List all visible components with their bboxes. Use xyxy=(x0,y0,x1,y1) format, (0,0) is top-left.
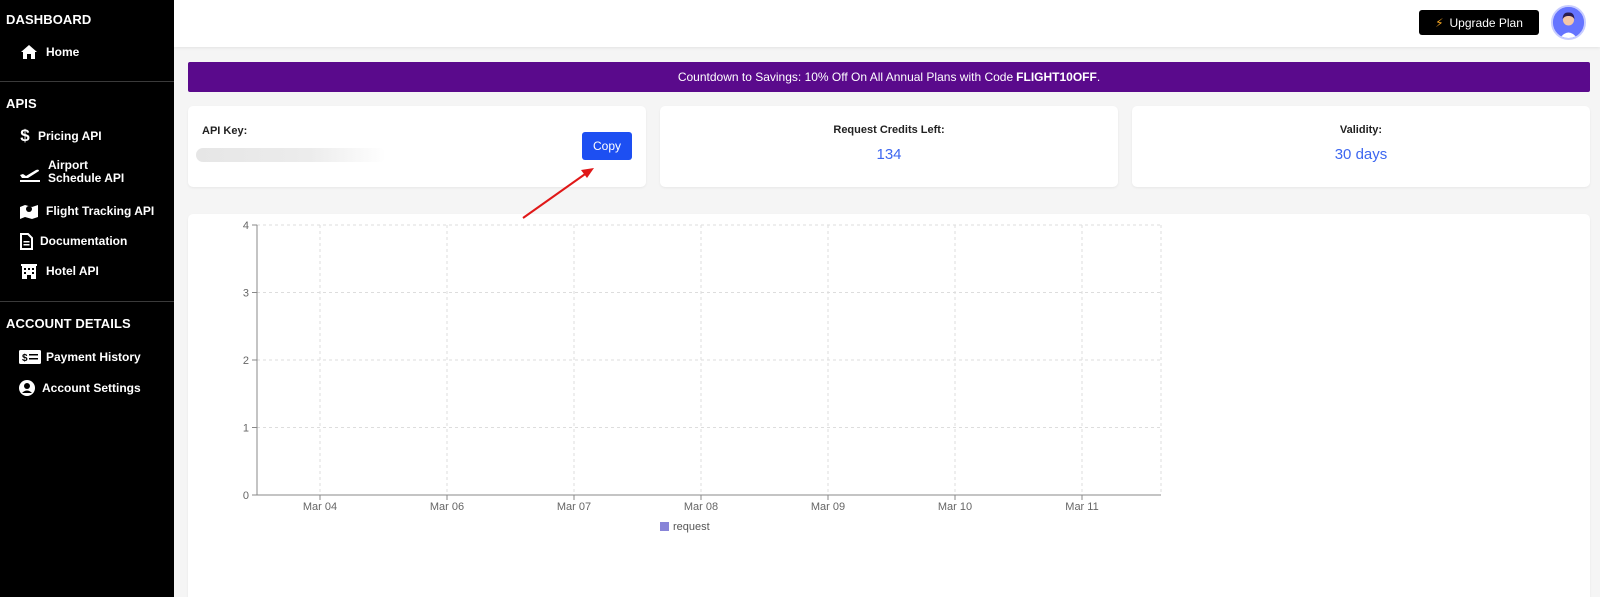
api-key-label: API Key: xyxy=(202,125,248,137)
bolt-icon: ⚡ xyxy=(1435,15,1444,30)
dollar-icon: $ xyxy=(20,126,30,145)
x-tick-label: Mar 09 xyxy=(811,501,845,513)
sidebar-item-documentation[interactable]: Documentation xyxy=(18,232,127,250)
x-tick-label: Mar 06 xyxy=(430,501,464,513)
x-tick-label: Mar 07 xyxy=(557,501,591,513)
sidebar-item-flight-tracking-api[interactable]: Flight Tracking API xyxy=(18,202,154,220)
home-icon xyxy=(18,43,40,61)
hotel-icon xyxy=(18,262,40,280)
sidebar-item-label: Account Settings xyxy=(42,381,141,395)
upgrade-plan-label: Upgrade Plan xyxy=(1449,15,1523,30)
sidebar-item-payment-history[interactable]: $ Payment History xyxy=(18,348,141,366)
y-tick-label: 0 xyxy=(243,490,249,502)
top-header xyxy=(174,0,1600,47)
x-tick-label: Mar 11 xyxy=(1065,501,1098,513)
y-tick-label: 2 xyxy=(243,355,249,367)
api-key-value-blurred xyxy=(196,148,386,162)
requests-chart-card: 0 1 2 3 4 Mar 04 Mar 06 Mar 07 Mar 08 Mar 09 Mar 1… xyxy=(188,214,1590,597)
sidebar-item-label: Payment History xyxy=(46,350,141,364)
y-tick-label: 3 xyxy=(243,288,249,300)
sidebar-item-label: Flight Tracking API xyxy=(46,204,155,218)
sidebar-item-account-settings[interactable]: Account Settings xyxy=(18,379,141,397)
promo-banner-suffix: . xyxy=(1096,70,1101,84)
sidebar-item-label: Documentation xyxy=(40,234,128,248)
promo-banner: Countdown to Savings: 10% Off On All Ann… xyxy=(188,62,1590,92)
x-tick-label: Mar 08 xyxy=(684,501,718,513)
copy-button[interactable]: Copy xyxy=(582,132,632,160)
sidebar-item-label: Airport Schedule API xyxy=(48,158,125,185)
upgrade-plan-button[interactable]: ⚡ Upgrade Plan xyxy=(1419,10,1539,35)
sidebar-item-airport-schedule-api[interactable]: Airport Schedule API xyxy=(18,159,144,185)
svg-text:$: $ xyxy=(22,353,28,364)
api-key-card: API Key: Copy xyxy=(188,106,646,187)
dashboard-section-title: DASHBOARD xyxy=(6,12,92,27)
apis-section-title: APIS xyxy=(6,96,37,111)
account-section-title: ACCOUNT DETAILS xyxy=(6,316,131,331)
x-tick-label: Mar 10 xyxy=(938,501,972,513)
request-credits-card: Request Credits Left: 134 xyxy=(660,106,1118,187)
sidebar-divider xyxy=(0,301,174,302)
avatar[interactable] xyxy=(1551,5,1586,40)
sidebar: DASHBOARD Home APIS $ Pricing API Airpor… xyxy=(0,0,174,597)
sidebar-item-hotel-api[interactable]: Hotel API xyxy=(18,262,99,280)
legend-label: request xyxy=(673,521,710,533)
request-credits-value: 134 xyxy=(876,146,902,163)
x-tick-label: Mar 04 xyxy=(303,501,337,513)
sidebar-item-pricing-api[interactable]: $ Pricing API xyxy=(18,126,102,145)
promo-code: FLIGHT10OFF xyxy=(1016,70,1097,84)
sidebar-item-label: Pricing API xyxy=(38,129,102,143)
money-bill-icon: $ xyxy=(18,348,42,366)
validity-value: 30 days xyxy=(1334,146,1388,163)
promo-banner-text: Countdown to Savings: 10% Off On All Ann… xyxy=(677,70,1014,84)
y-tick-label: 4 xyxy=(243,220,249,232)
file-icon xyxy=(18,232,34,250)
y-tick-label: 1 xyxy=(243,423,249,435)
request-credits-label: Request Credits Left: xyxy=(833,124,945,136)
legend-swatch xyxy=(660,522,669,531)
map-marker-icon xyxy=(18,202,40,220)
sidebar-item-label: Home xyxy=(46,45,80,59)
sidebar-divider xyxy=(0,81,174,82)
sidebar-item-home[interactable]: Home xyxy=(18,43,79,61)
validity-label: Validity: xyxy=(1339,124,1383,136)
plane-departure-icon xyxy=(18,165,42,183)
sidebar-item-label: Hotel API xyxy=(46,264,99,278)
validity-card: Validity: 30 days xyxy=(1132,106,1590,187)
user-circle-icon xyxy=(18,379,36,397)
requests-chart: 0 1 2 3 4 Mar 04 Mar 06 Mar 07 Mar 08 Mar 09 Mar 1… xyxy=(243,220,1162,533)
